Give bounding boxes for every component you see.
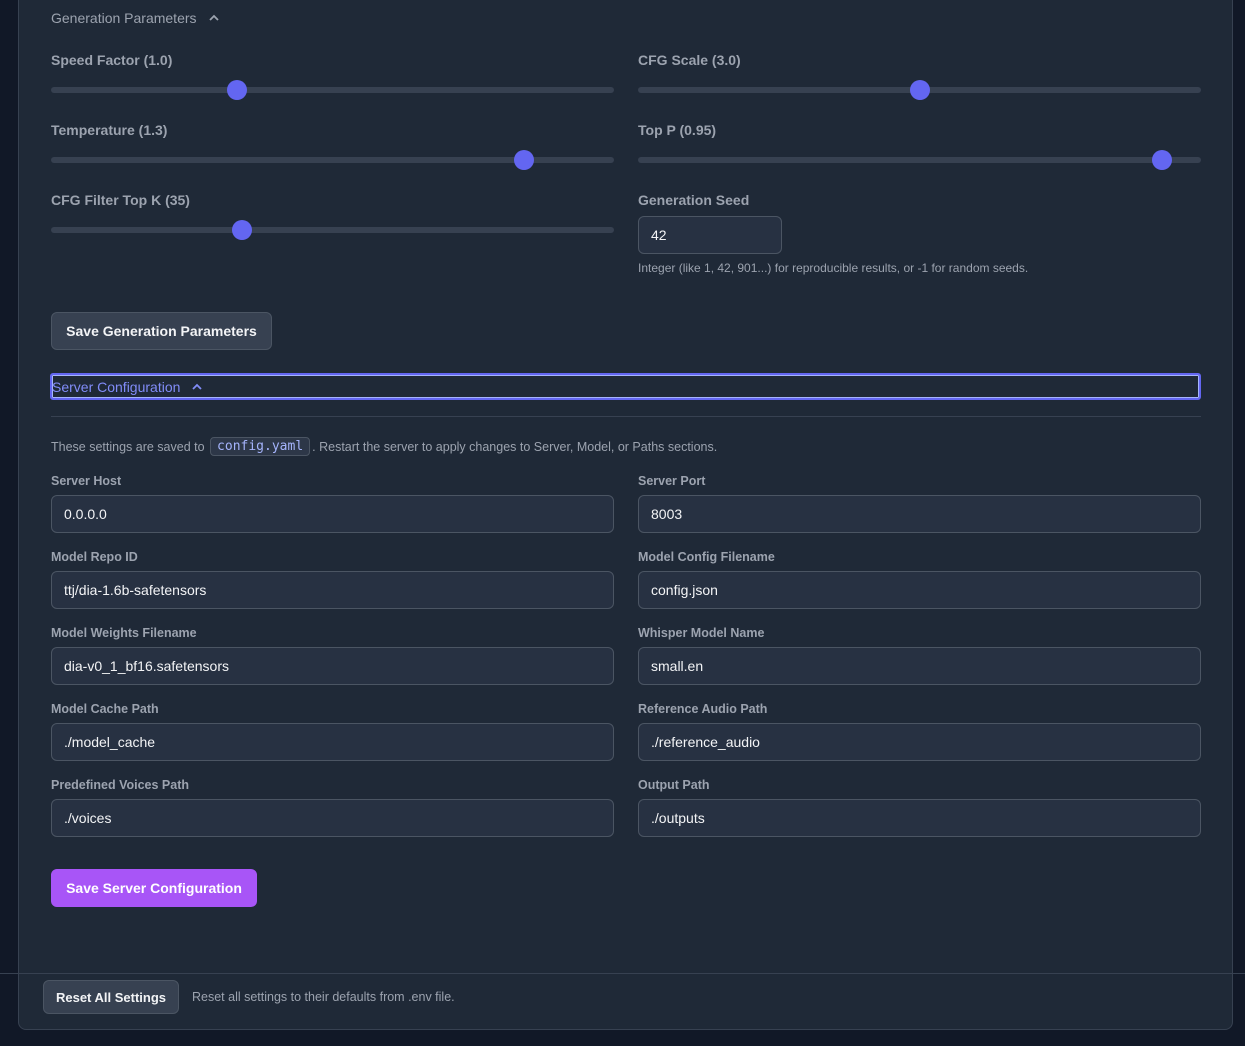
model-weights-filename-input[interactable]: dia-v0_1_bf16.safetensors xyxy=(51,647,614,685)
output-path-input[interactable]: ./outputs xyxy=(638,799,1201,837)
top-p-slider[interactable] xyxy=(638,150,1201,170)
temperature-label: Temperature (1.3) xyxy=(51,122,168,138)
cfg-filter-top-k-slider[interactable] xyxy=(51,220,614,240)
reset-help-text: Reset all settings to their defaults fro… xyxy=(192,990,455,1004)
reset-all-settings-button[interactable]: Reset All Settings xyxy=(43,980,179,1014)
note-text-before: These settings are saved to xyxy=(51,439,205,454)
predefined-voices-path-label: Predefined Voices Path xyxy=(51,778,190,792)
model-weights-filename-label: Model Weights Filename xyxy=(51,626,197,640)
save-generation-parameters-button[interactable]: Save Generation Parameters xyxy=(51,312,272,350)
cfg-scale-slider[interactable] xyxy=(638,80,1201,100)
config-note: These settings are saved to config.yaml … xyxy=(51,437,717,456)
model-config-filename-input[interactable]: config.json xyxy=(638,571,1201,609)
cfg-filter-top-k-label: CFG Filter Top K (35) xyxy=(51,192,190,208)
model-repo-id-input[interactable]: ttj/dia-1.6b-safetensors xyxy=(51,571,614,609)
generation-seed-input[interactable]: 42 xyxy=(638,216,782,254)
generation-parameters-toggle[interactable]: Generation Parameters xyxy=(51,10,221,26)
server-configuration-toggle[interactable]: Server Configuration xyxy=(50,373,1201,400)
server-host-label: Server Host xyxy=(51,474,122,488)
chevron-up-icon xyxy=(208,14,219,21)
output-path-label: Output Path xyxy=(638,778,710,792)
footer-divider xyxy=(0,973,1245,974)
chevron-up-icon xyxy=(192,383,203,390)
config-filename-code: config.yaml xyxy=(210,437,311,456)
slider-thumb[interactable] xyxy=(909,80,930,100)
note-text-after: . Restart the server to apply changes to… xyxy=(312,439,718,454)
model-repo-id-label: Model Repo ID xyxy=(51,550,138,564)
server-port-label: Server Port xyxy=(638,474,706,488)
slider-thumb[interactable] xyxy=(1151,150,1172,170)
whisper-model-name-input[interactable]: small.en xyxy=(638,647,1201,685)
seed-help-text: Integer (like 1, 42, 901...) for reprodu… xyxy=(638,261,1029,275)
model-cache-path-label: Model Cache Path xyxy=(51,702,159,716)
server-host-input[interactable]: 0.0.0.0 xyxy=(51,495,614,533)
server-configuration-title: Server Configuration xyxy=(52,378,181,395)
top-p-label: Top P (0.95) xyxy=(638,122,717,138)
section-divider xyxy=(51,416,1201,417)
model-cache-path-input[interactable]: ./model_cache xyxy=(51,723,614,761)
temperature-slider[interactable] xyxy=(51,150,614,170)
speed-factor-slider[interactable] xyxy=(51,80,614,100)
model-config-filename-label: Model Config Filename xyxy=(638,550,775,564)
whisper-model-name-label: Whisper Model Name xyxy=(638,626,765,640)
generation-parameters-title: Generation Parameters xyxy=(51,10,197,26)
slider-thumb[interactable] xyxy=(226,80,247,100)
reference-audio-path-input[interactable]: ./reference_audio xyxy=(638,723,1201,761)
slider-thumb[interactable] xyxy=(513,150,534,170)
save-server-configuration-button[interactable]: Save Server Configuration xyxy=(51,869,257,907)
server-port-input[interactable]: 8003 xyxy=(638,495,1201,533)
predefined-voices-path-input[interactable]: ./voices xyxy=(51,799,614,837)
generation-seed-label: Generation Seed xyxy=(638,192,750,208)
speed-factor-label: Speed Factor (1.0) xyxy=(51,52,173,68)
cfg-scale-label: CFG Scale (3.0) xyxy=(638,52,741,68)
reference-audio-path-label: Reference Audio Path xyxy=(638,702,768,716)
